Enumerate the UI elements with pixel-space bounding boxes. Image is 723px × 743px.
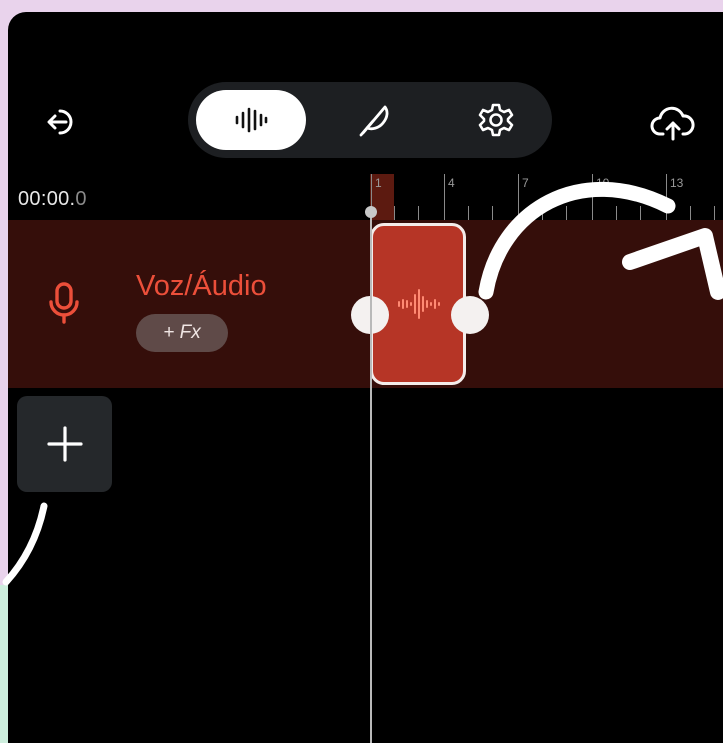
add-track-button[interactable] [17,396,112,492]
ruler-label: 7 [522,176,529,190]
exit-arrow-icon [47,109,73,135]
plus-icon [46,426,83,462]
ruler-tick [592,174,593,220]
ruler-tick [444,174,445,220]
time-fraction: 0 [75,188,87,210]
ruler-tick [468,206,469,220]
playhead-knob[interactable] [365,206,377,218]
playhead[interactable] [370,212,372,743]
ruler-tick [714,206,715,220]
tab-lyrics[interactable] [324,90,424,150]
app-screen: 00:00.0 1 4 7 10 13 Voz/Áudio + Fx [8,12,723,743]
timeline-ruler[interactable]: 1 4 7 10 13 [370,170,723,222]
tab-settings[interactable] [446,90,546,150]
tab-audio[interactable] [196,90,306,150]
ruler-label: 10 [596,176,610,190]
mode-switcher [188,82,552,158]
ruler-tick [542,206,543,220]
add-fx-button[interactable]: + Fx [136,314,228,352]
ruler-tick [492,206,493,220]
time-display: 00:00.0 [18,188,87,211]
feather-icon [359,105,389,137]
ruler-tick [418,206,419,220]
clip-end-handle[interactable] [451,296,489,334]
exit-button[interactable] [38,100,82,144]
upload-button[interactable] [648,100,698,146]
ruler-label: 4 [448,176,455,190]
ruler-tick [566,206,567,220]
ruler-tick [518,174,519,220]
time-main: 00:00. [18,188,76,210]
track-name[interactable]: Voz/Áudio [136,270,267,303]
ruler-tick [640,206,641,220]
microphone-icon [49,282,79,324]
ruler-tick [690,206,691,220]
audio-track[interactable]: Voz/Áudio + Fx [8,220,723,388]
cloud-upload-icon [650,106,695,141]
ruler-label: 1 [375,176,382,190]
ruler-label: 13 [670,176,684,190]
ruler-tick [394,206,395,220]
waveform-icon [235,107,268,133]
gear-icon [478,103,514,137]
ruler-tick [666,174,667,220]
ruler-tick [616,206,617,220]
